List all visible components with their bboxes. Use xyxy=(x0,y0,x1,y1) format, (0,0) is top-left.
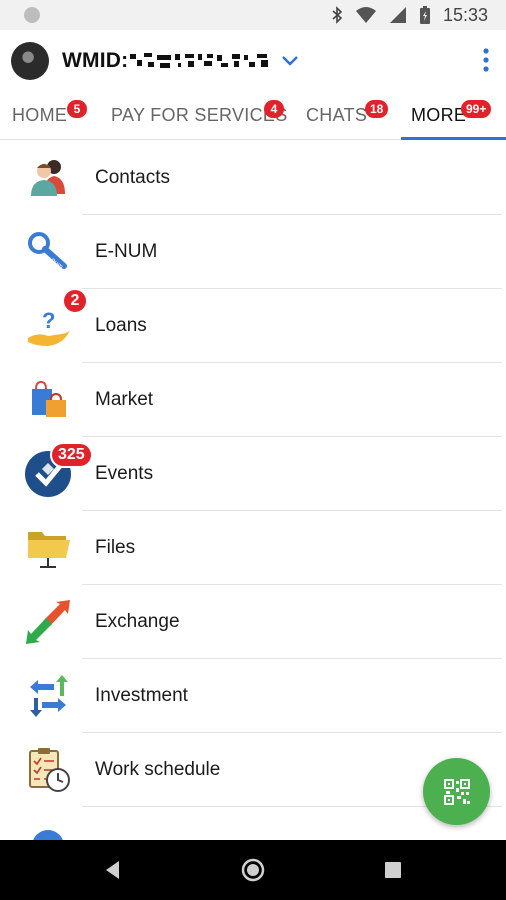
wifi-icon xyxy=(355,7,376,23)
bluetooth-icon xyxy=(332,6,343,24)
menu-item-market-label: Market xyxy=(95,389,154,410)
clipboard-clock-icon xyxy=(29,748,70,792)
tab-pay-for-services[interactable]: PAY FOR SERVICES 4 xyxy=(111,90,288,140)
system-navigation-bar xyxy=(0,840,506,900)
tab-pay-for-services-label: PAY FOR SERVICES xyxy=(111,104,288,125)
menu-item-exchange[interactable]: Exchange xyxy=(0,585,506,659)
more-menu-list: Contacts num E-NUM ? 2 Loans Market 325 … xyxy=(0,141,506,847)
tab-chats-label: CHATS xyxy=(306,104,368,125)
tab-more[interactable]: MORE 99+ xyxy=(411,90,492,140)
status-time: 15:33 xyxy=(442,4,488,25)
home-icon[interactable] xyxy=(241,858,265,882)
shopping-bags-icon xyxy=(32,380,66,417)
menu-item-investment-label: Investment xyxy=(95,685,188,706)
tab-chats[interactable]: CHATS 18 xyxy=(306,90,389,140)
tab-more-label: MORE xyxy=(411,104,467,125)
loans-badge: 2 xyxy=(62,288,88,314)
svg-text:num: num xyxy=(49,257,64,271)
qr-code-icon xyxy=(443,778,470,805)
menu-item-exchange-label: Exchange xyxy=(95,611,180,632)
app-header: WMID: xyxy=(0,30,506,90)
menu-item-events[interactable]: 325 Events xyxy=(0,437,506,511)
signal-icon xyxy=(389,7,406,23)
investment-arrows-icon xyxy=(30,675,68,717)
tab-home-label: HOME xyxy=(12,104,68,125)
events-badge: 325 xyxy=(50,442,93,468)
chevron-down-icon[interactable] xyxy=(280,50,300,70)
folder-icon xyxy=(28,532,70,568)
menu-item-loans-label: Loans xyxy=(95,315,147,336)
recents-icon[interactable] xyxy=(381,858,405,882)
tab-home[interactable]: HOME 5 xyxy=(12,90,87,140)
menu-item-events-label: Events xyxy=(95,463,154,484)
menu-item-files-label: Files xyxy=(95,537,136,558)
exchange-arrows-icon xyxy=(26,600,70,644)
tab-chats-badge: 18 xyxy=(365,100,389,118)
active-tab-indicator xyxy=(401,137,506,140)
contacts-icon xyxy=(31,160,65,196)
menu-item-loans[interactable]: ? 2 Loans xyxy=(0,288,506,363)
menu-item-work-schedule-label: Work schedule xyxy=(95,759,221,780)
back-icon[interactable] xyxy=(101,858,125,882)
battery-icon xyxy=(419,6,430,24)
menu-item-enum-label: E-NUM xyxy=(95,241,158,262)
menu-item-files[interactable]: Files xyxy=(0,511,506,585)
notification-dot-icon xyxy=(24,7,40,23)
enum-key-icon: num xyxy=(28,232,67,271)
svg-text:?: ? xyxy=(42,308,55,333)
status-icons: 15:33 xyxy=(331,4,488,26)
wmid-label: WMID: xyxy=(62,49,129,72)
menu-item-enum[interactable]: num E-NUM xyxy=(0,215,506,289)
menu-item-investment[interactable]: Investment xyxy=(0,659,506,733)
more-options-icon[interactable] xyxy=(480,47,492,73)
tab-pay-for-services-badge: 4 xyxy=(264,100,284,118)
tab-bar: HOME 5 PAY FOR SERVICES 4 CHATS 18 MORE … xyxy=(0,90,506,140)
tab-more-badge: 99+ xyxy=(461,100,492,118)
wmid-redacted-value xyxy=(130,53,268,68)
menu-item-market[interactable]: Market xyxy=(0,363,506,437)
qr-scan-button[interactable] xyxy=(423,758,490,825)
menu-item-contacts-label: Contacts xyxy=(95,167,170,188)
tab-home-badge: 5 xyxy=(67,100,87,118)
avatar[interactable] xyxy=(11,42,49,80)
status-bar: 15:33 xyxy=(0,0,506,30)
menu-item-contacts[interactable]: Contacts xyxy=(0,141,506,215)
